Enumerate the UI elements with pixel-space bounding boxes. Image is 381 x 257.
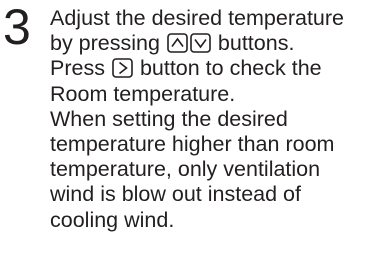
step-line-3: Press button to check the — [50, 56, 380, 81]
step-line-2-end: buttons. — [217, 31, 295, 56]
step-line-5: When setting the desired — [50, 106, 288, 131]
right-arrow-button-icon — [112, 58, 133, 79]
step-line-8: wind is blow out instead of — [50, 182, 301, 207]
step-line-7: temperature, only ventilation — [50, 157, 321, 182]
step-line-9: cooling wind. — [50, 207, 175, 232]
step-line-2-start: by pressing — [50, 31, 160, 56]
down-arrow-button-icon — [190, 33, 211, 53]
up-arrow-button-icon — [167, 33, 188, 53]
step-number: 3 — [3, 0, 31, 55]
step-line-3-start: Press — [50, 56, 105, 81]
step-line-6: temperature higher than room — [50, 131, 335, 156]
step-text: Adjust the desired temperature by pressi… — [50, 6, 380, 233]
step-line-3-end: button to check the — [139, 56, 322, 81]
step-line-4: Room temperature. — [50, 81, 236, 106]
instruction-step: 3 Adjust the desired temperature by pres… — [0, 0, 381, 257]
step-line-2: by pressing buttons. — [50, 31, 380, 56]
step-line-1: Adjust the desired temperature — [50, 6, 344, 30]
